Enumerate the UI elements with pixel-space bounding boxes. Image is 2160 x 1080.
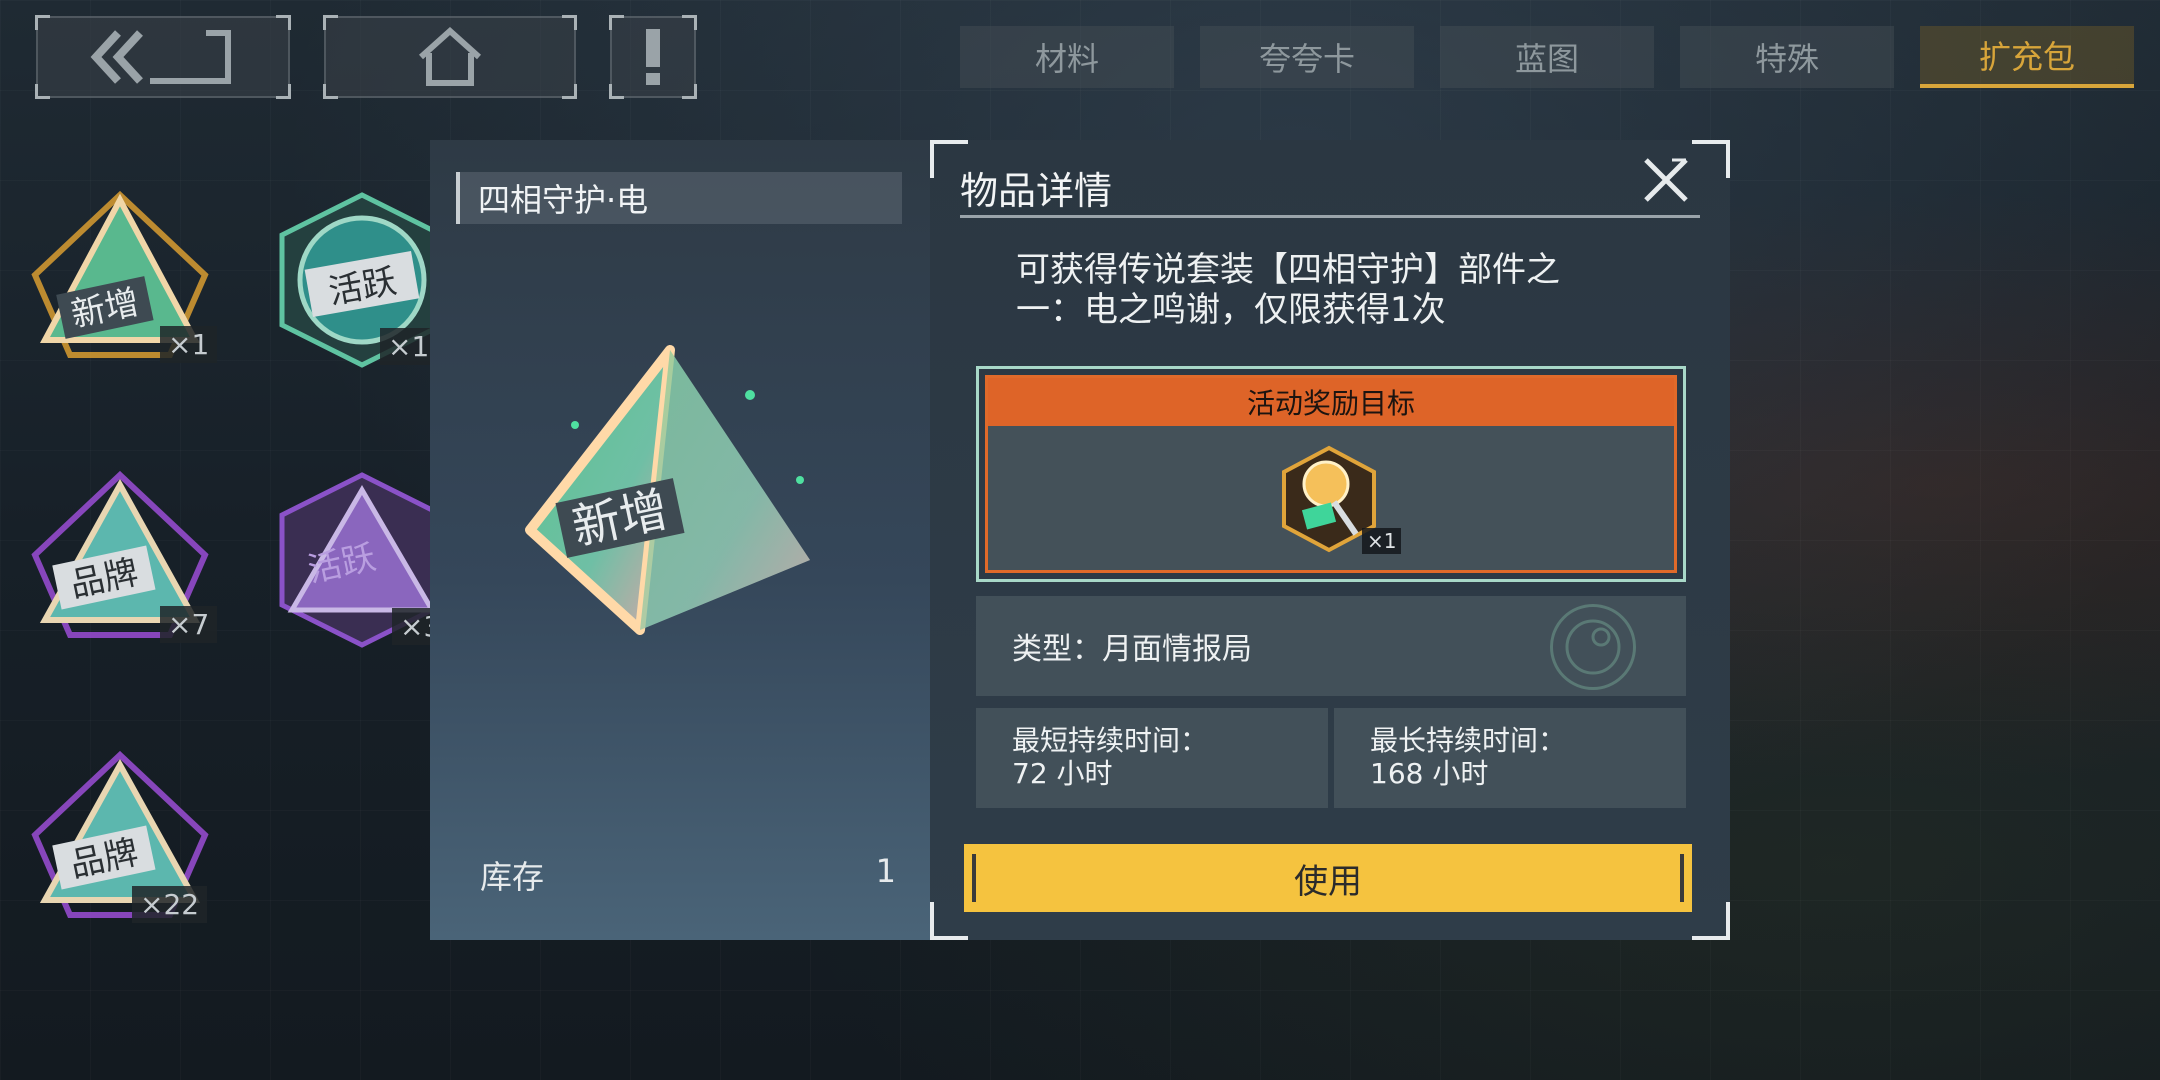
home-icon bbox=[418, 27, 482, 86]
item-description: 可获得传说套装【四相守护】部件之一：电之鸣谢，仅限获得1次 bbox=[1016, 250, 1560, 330]
tab-special[interactable]: 特殊 bbox=[1680, 26, 1894, 88]
frame-corner bbox=[930, 902, 968, 940]
max-duration-value: 168 小时 bbox=[1370, 757, 1489, 790]
tab-blueprints[interactable]: 蓝图 bbox=[1440, 26, 1654, 88]
tab-praise-cards[interactable]: 夸夸卡 bbox=[1200, 26, 1414, 88]
tab-label: 材料 bbox=[1034, 40, 1099, 78]
min-duration-box: 最短持续时间： 72 小时 bbox=[976, 708, 1328, 808]
item-large-icon: 新增 bbox=[525, 345, 810, 635]
stock-value: 1 bbox=[875, 852, 896, 890]
inventory-item[interactable]: 品牌 ×22 bbox=[20, 740, 220, 940]
item-count: ×7 bbox=[160, 606, 218, 643]
back-button[interactable] bbox=[35, 15, 291, 99]
max-duration-label: 最长持续时间： bbox=[1370, 724, 1567, 757]
inventory-item[interactable]: 品牌 ×7 bbox=[20, 460, 220, 660]
min-duration-value: 72 小时 bbox=[1012, 757, 1113, 790]
reward-count: ×1 bbox=[1362, 528, 1402, 554]
tab-label: 扩充包 bbox=[1978, 38, 2075, 76]
stock-label: 库存 bbox=[480, 858, 545, 896]
exclamation-icon bbox=[646, 29, 660, 85]
type-text: 类型：月面情报局 bbox=[1012, 632, 1252, 667]
tab-label: 特殊 bbox=[1754, 40, 1819, 78]
min-duration-label: 最短持续时间： bbox=[1012, 724, 1209, 757]
use-button[interactable]: 使用 bbox=[964, 844, 1692, 912]
tab-label: 夸夸卡 bbox=[1258, 40, 1355, 78]
tab-expansion-packs[interactable]: 扩充包 bbox=[1920, 26, 2134, 88]
tab-materials[interactable]: 材料 bbox=[960, 26, 1174, 88]
home-button[interactable] bbox=[323, 15, 577, 99]
reward-title: 活动奖励目标 bbox=[988, 378, 1674, 426]
reward-target-box: 活动奖励目标 ×1 bbox=[976, 366, 1686, 582]
moon-bureau-emblem-icon bbox=[1550, 604, 1636, 690]
type-row: 类型：月面情报局 bbox=[976, 596, 1686, 696]
item-name: 四相守护·电 bbox=[456, 172, 902, 224]
detail-header: 物品详情 bbox=[960, 160, 1700, 218]
close-button[interactable] bbox=[1642, 156, 1690, 204]
tab-label: 蓝图 bbox=[1514, 40, 1579, 78]
double-chevron-left-icon bbox=[90, 30, 231, 84]
close-icon bbox=[1644, 158, 1688, 202]
alert-button[interactable] bbox=[609, 15, 697, 99]
item-detail-panel: 物品详情 可获得传说套装【四相守护】部件之一：电之鸣谢，仅限获得1次 活动奖励目… bbox=[930, 140, 1730, 940]
item-count: ×22 bbox=[132, 886, 208, 923]
item-preview-panel: 四相守护·电 新增 库存 1 bbox=[430, 140, 930, 940]
max-duration-box: 最长持续时间： 168 小时 bbox=[1334, 708, 1686, 808]
frame-corner bbox=[1692, 902, 1730, 940]
inventory-item[interactable]: 新增 ×1 bbox=[20, 180, 220, 380]
item-count: ×1 bbox=[160, 326, 218, 363]
